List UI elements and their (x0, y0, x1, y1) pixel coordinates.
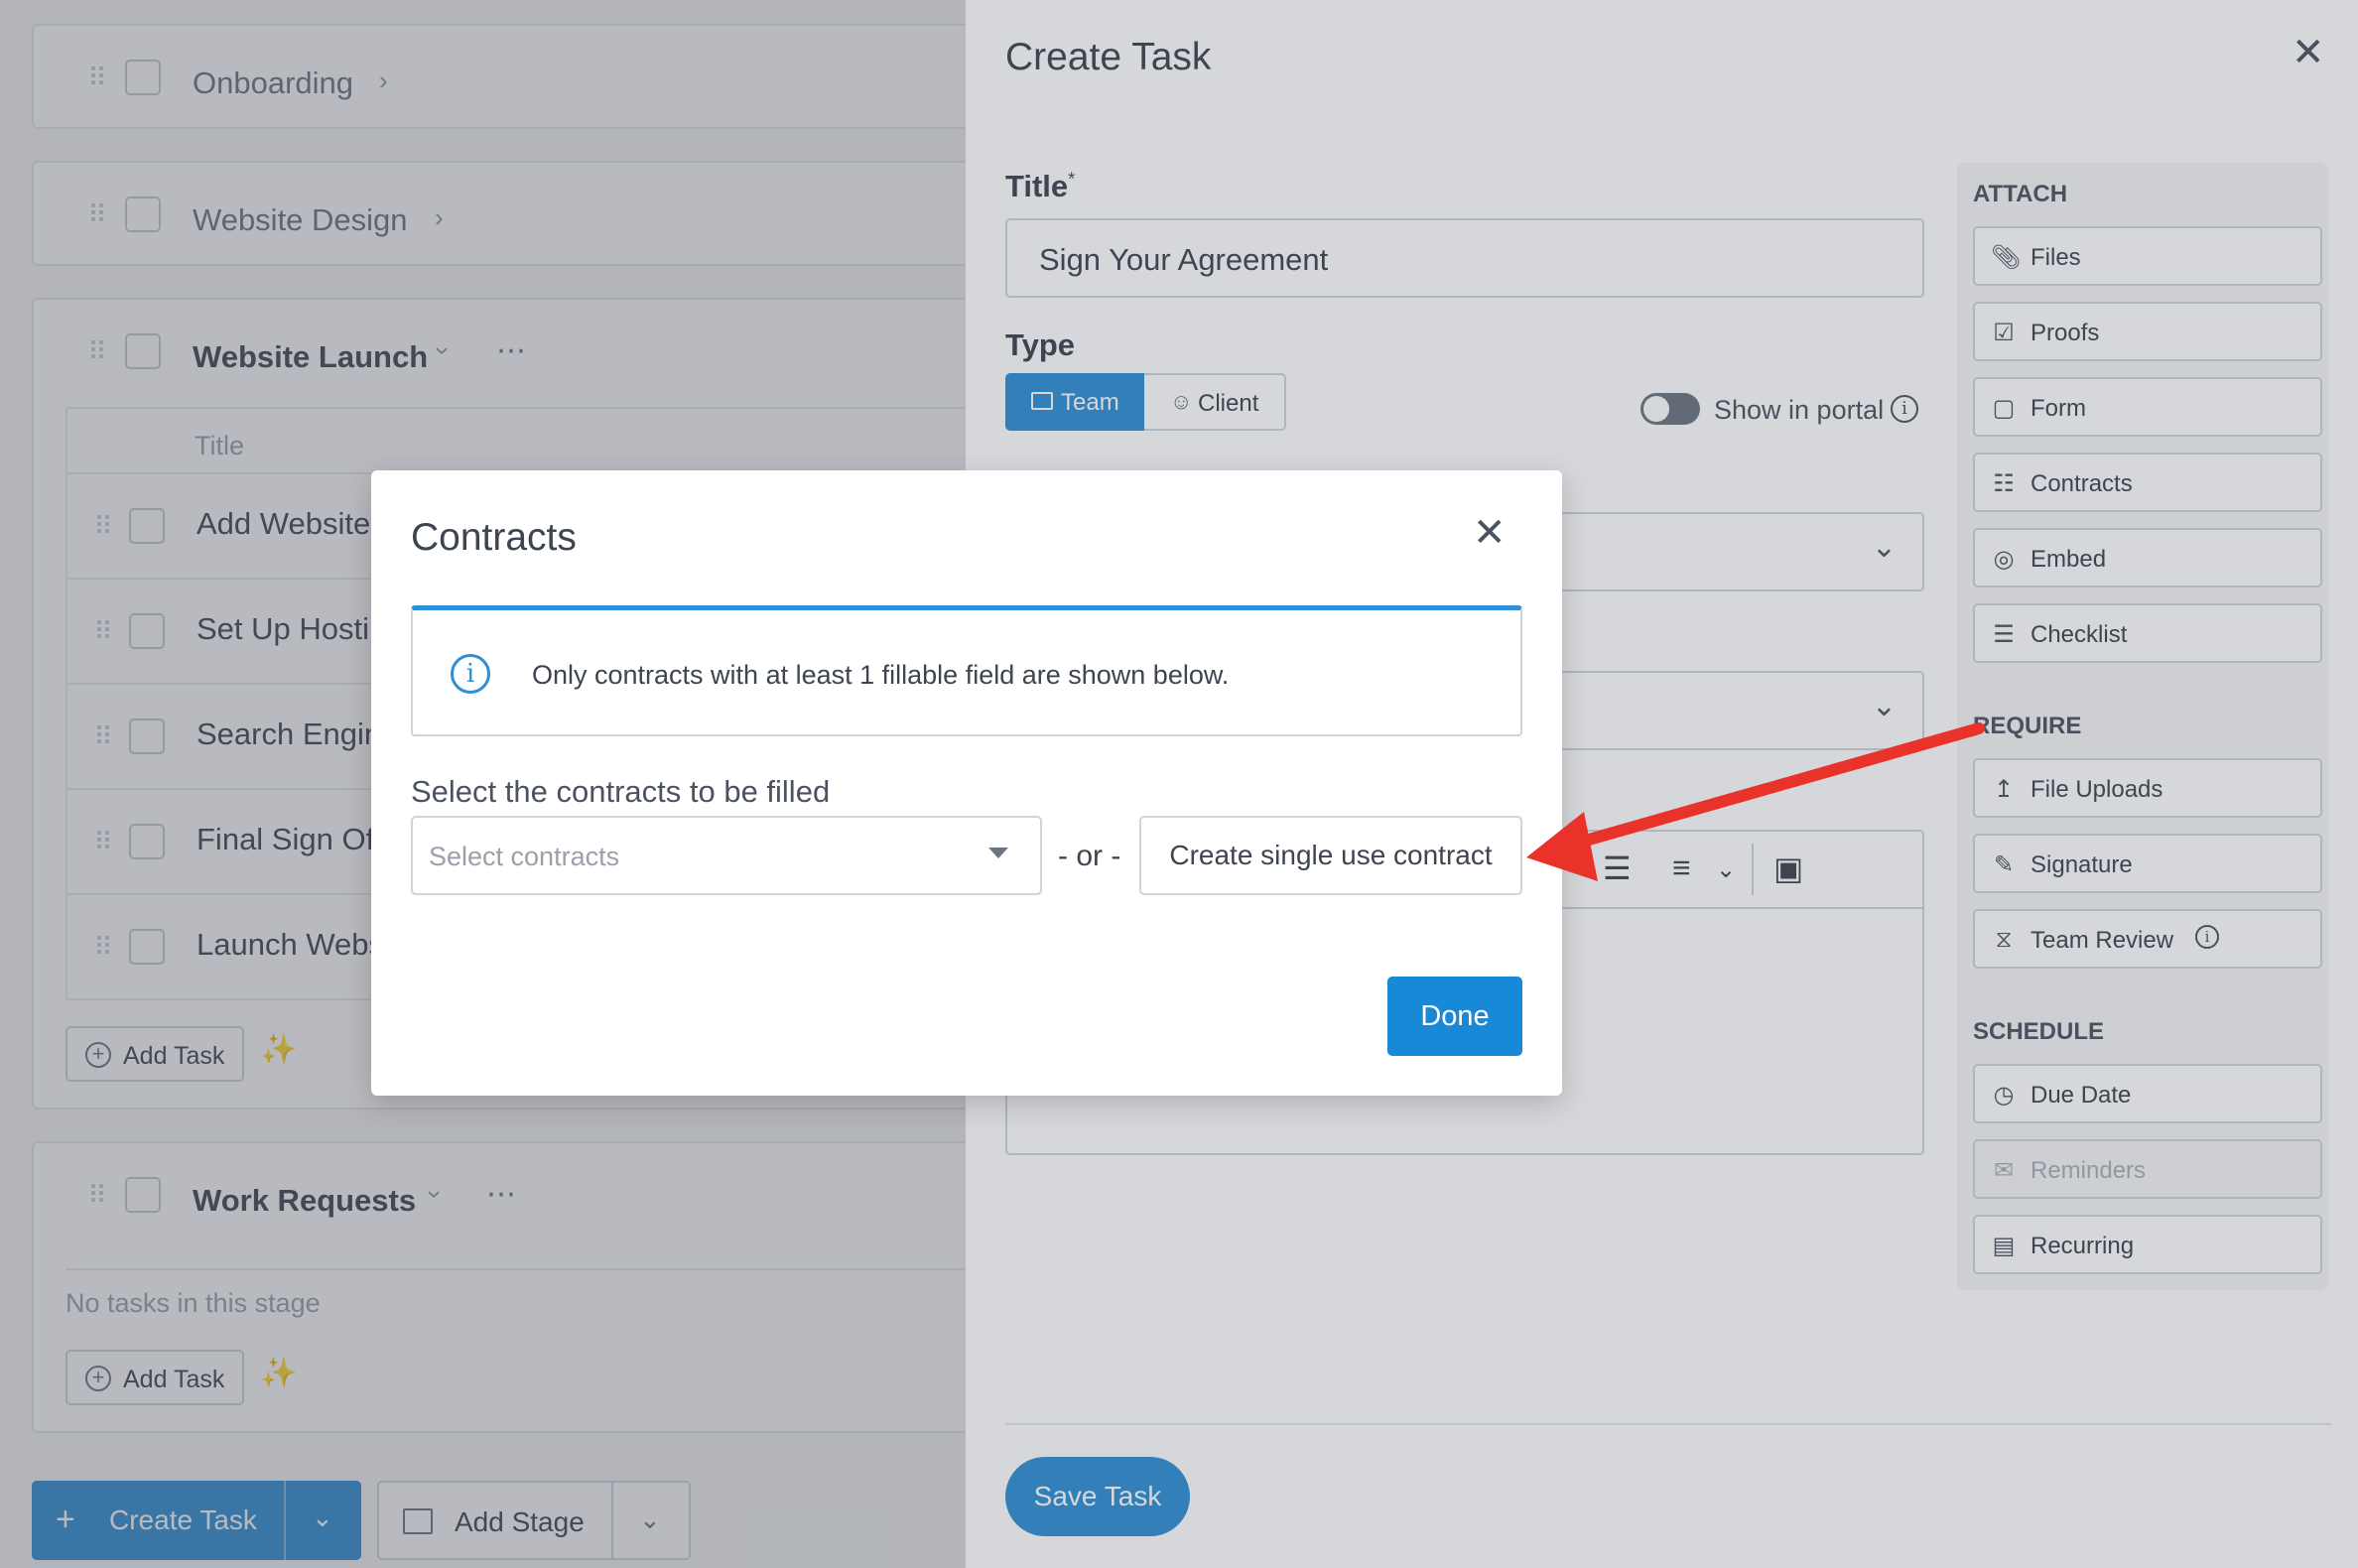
notice-text: Only contracts with at least 1 fillable … (532, 660, 1230, 690)
create-single-use-contract-button[interactable]: Create single use contract (1139, 816, 1522, 895)
contracts-modal: Contracts ✕ i Only contracts with at lea… (371, 470, 1562, 1096)
caret-down-icon (988, 848, 1008, 858)
contracts-select[interactable]: Select contracts (411, 816, 1042, 895)
done-button[interactable]: Done (1387, 977, 1522, 1056)
select-placeholder: Select contracts (429, 842, 620, 871)
or-separator: - or - (1058, 840, 1121, 872)
info-notice: i Only contracts with at least 1 fillabl… (411, 605, 1522, 736)
modal-title: Contracts (411, 516, 577, 559)
close-icon[interactable]: ✕ (1473, 510, 1506, 556)
info-icon: i (451, 654, 490, 694)
select-contracts-label: Select the contracts to be filled (411, 774, 831, 809)
